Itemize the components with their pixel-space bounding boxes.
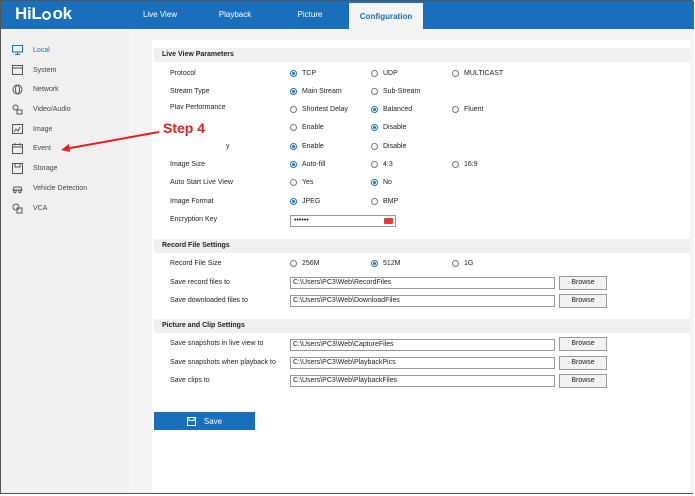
sidebar-item-image[interactable]: Image — [12, 122, 52, 136]
sidebar-item-label: Video/Audio — [33, 105, 71, 113]
save-button-label: Save — [203, 416, 223, 426]
system-icon — [12, 65, 23, 76]
record-size-1g-radio[interactable]: 1G — [452, 260, 473, 267]
image-format-label: Image Format — [170, 198, 214, 205]
tab-live-view[interactable]: Live View — [125, 1, 195, 29]
section-record-file-settings: Record File Settings — [154, 239, 690, 253]
vca-icon — [12, 203, 23, 214]
red-arrow-icon — [61, 131, 160, 152]
auto-start-no-radio[interactable]: No — [371, 179, 392, 186]
sidebar-item-event[interactable]: Event — [12, 141, 51, 155]
sidebar-item-label: Storage — [33, 164, 58, 172]
top-navigation-bar: HiL ok Live View Playback Picture Configu… — [1, 1, 694, 31]
snap-playback-label: Save snapshots when playback to — [170, 359, 276, 366]
auto-start-yes-radio[interactable]: Yes — [290, 179, 313, 186]
save-record-label: Save record files to — [170, 279, 230, 286]
hidden-enable-radio[interactable]: Enable — [290, 143, 324, 150]
save-icon — [186, 416, 196, 426]
play-balanced-radio[interactable]: Balanced — [371, 106, 412, 113]
monitor-icon — [12, 45, 23, 56]
protocol-tcp-radio[interactable]: TCP — [290, 70, 316, 77]
brand-logo: HiL ok — [15, 4, 72, 23]
sidebar-item-label: VCA — [33, 204, 48, 212]
hidden-row-label: y — [226, 143, 230, 150]
hidden-disable-radio[interactable]: Disable — [371, 143, 406, 150]
save-download-path-input[interactable]: C:\Users\PC3\Web\DownloadFiles — [290, 295, 555, 307]
rules-enable-radio[interactable]: Enable — [290, 124, 324, 131]
record-file-size-label: Record File Size — [170, 260, 222, 267]
sidebar-item-network[interactable]: Network — [12, 82, 59, 96]
sidebar-item-label: Vehicle Detection — [33, 184, 88, 192]
sidebar-item-label: Image — [33, 125, 53, 133]
stream-main-radio[interactable]: Main Stream — [290, 88, 342, 95]
snap-playback-path-input[interactable]: C:\Users\PC3\Web\PlaybackPics — [290, 357, 555, 369]
stream-type-label: Stream Type — [170, 88, 210, 95]
encryption-key-label: Encryption Key — [170, 216, 218, 223]
section-picture-clip-settings: Picture and Clip Settings — [154, 319, 690, 333]
sidebar-item-video-audio[interactable]: Video/Audio — [12, 102, 71, 116]
sidebar — [1, 29, 129, 493]
sidebar-item-storage[interactable]: Storage — [12, 161, 58, 175]
clips-label: Save clips to — [170, 377, 210, 384]
sidebar-item-local[interactable]: Local — [12, 43, 50, 57]
protocol-udp-radio[interactable]: UDP — [371, 70, 398, 77]
browse-download-button[interactable]: Browse — [559, 294, 607, 308]
snap-live-label: Save snapshots in live view to — [170, 340, 264, 347]
image-format-bmp-radio[interactable]: BMP — [371, 198, 398, 205]
save-button[interactable]: Save — [154, 412, 255, 430]
tab-configuration[interactable]: Configuration — [349, 3, 423, 31]
play-shortest-delay-radio[interactable]: Shortest Delay — [290, 106, 348, 113]
save-download-label: Save downloaded files to — [170, 297, 248, 304]
browse-snap-playback-button[interactable]: Browse — [559, 356, 607, 370]
image-size-4-3-radio[interactable]: 4:3 — [371, 161, 393, 168]
stream-sub-radio[interactable]: Sub-Stream — [371, 88, 420, 95]
video-audio-icon — [12, 104, 23, 115]
globe-icon — [12, 84, 23, 95]
clips-path-input[interactable]: C:\Users\PC3\Web\PlaybackFiles — [290, 375, 555, 387]
play-fluent-radio[interactable]: Fluent — [452, 106, 483, 113]
rules-disable-radio[interactable]: Disable — [371, 124, 406, 131]
vehicle-icon — [12, 183, 23, 194]
record-size-512m-radio[interactable]: 512M — [371, 260, 401, 267]
snap-live-path-input[interactable]: C:\Users\PC3\Web\CaptureFiles — [290, 339, 555, 351]
sidebar-item-system[interactable]: System — [12, 63, 56, 77]
section-live-view-parameters: Live View Parameters — [154, 48, 690, 62]
step-annotation: Step 4 — [163, 120, 206, 136]
sidebar-item-label: Network — [33, 85, 59, 93]
calendar-icon — [12, 142, 23, 154]
sidebar-item-vehicle-detection[interactable]: Vehicle Detection — [12, 181, 87, 195]
browse-clips-button[interactable]: Browse — [559, 374, 607, 388]
play-performance-label: Play Performance — [170, 104, 226, 109]
image-icon — [12, 124, 23, 135]
sidebar-item-label: System — [33, 66, 57, 74]
keyboard-icon[interactable] — [384, 218, 393, 224]
protocol-label: Protocol — [170, 70, 196, 77]
tab-playback[interactable]: Playback — [197, 1, 273, 29]
protocol-multicast-radio[interactable]: MULTICAST — [452, 70, 503, 77]
image-size-16-9-radio[interactable]: 16:9 — [452, 161, 478, 168]
tab-picture[interactable]: Picture — [273, 1, 347, 29]
browse-record-button[interactable]: Browse — [559, 276, 607, 290]
storage-icon — [12, 162, 23, 174]
browse-snap-live-button[interactable]: Browse — [559, 337, 607, 351]
record-size-256m-radio[interactable]: 256M — [290, 260, 320, 267]
sidebar-item-label: Event — [33, 144, 51, 152]
save-record-path-input[interactable]: C:\Users\PC3\Web\RecordFiles — [290, 277, 555, 289]
sidebar-item-label: Local — [33, 46, 50, 54]
sidebar-item-vca[interactable]: VCA — [12, 201, 47, 215]
encryption-key-field[interactable]: •••••• — [290, 215, 396, 227]
image-size-label: Image Size — [170, 161, 206, 168]
image-format-jpeg-radio[interactable]: JPEG — [290, 198, 320, 205]
auto-start-label: Auto Start Live View — [170, 179, 233, 186]
image-size-autofill-radio[interactable]: Auto-fill — [290, 161, 325, 168]
